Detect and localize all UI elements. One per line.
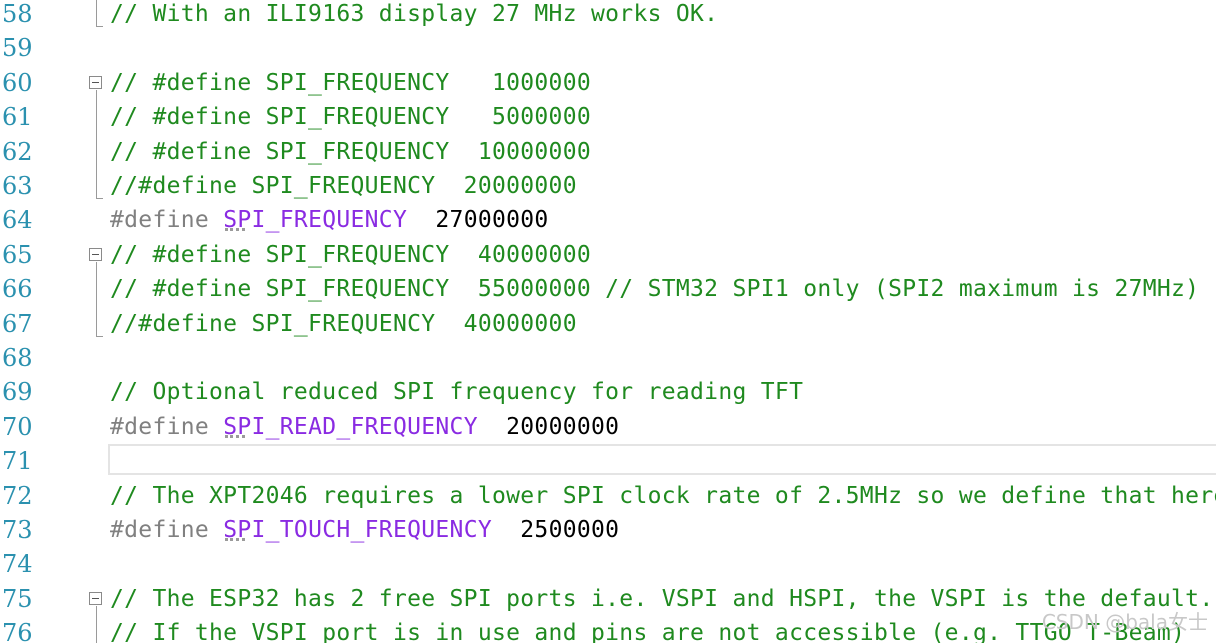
code-text[interactable]: // #define SPI_FREQUENCY 10000000	[110, 135, 591, 169]
code-text[interactable]: // With an ILI9163 display 27 MHz works …	[110, 0, 718, 31]
code-text[interactable]: // Optional reduced SPI frequency for re…	[110, 375, 803, 409]
line-number: 67	[2, 309, 33, 338]
fold-collapse-icon[interactable]	[88, 582, 108, 617]
line-number: 58	[2, 0, 33, 28]
line-number: 63	[2, 172, 33, 200]
line-number: 69	[2, 378, 33, 407]
line-number: 73	[2, 516, 33, 544]
macro-name: SPI_FREQUENCY	[223, 207, 408, 234]
code-line[interactable]: 75// The ESP32 has 2 free SPI ports i.e.…	[0, 582, 1216, 617]
code-text[interactable]: #define SPI_TOUCH_FREQUENCY 2500000	[110, 513, 619, 547]
code-line[interactable]: 65 // #define SPI_FREQUENCY 40000000	[0, 238, 1216, 273]
fold-end-guide	[88, 169, 108, 203]
code-line[interactable]: 64 #define SPI_FREQUENCY 27000000	[0, 203, 1216, 237]
comment-text: // #define SPI_FREQUENCY 5000000	[110, 104, 592, 131]
code-text[interactable]: // #define SPI_FREQUENCY 5000000	[110, 100, 591, 134]
line-number: 74	[2, 550, 33, 579]
fold-end-guide	[88, 0, 108, 31]
code-line[interactable]: 61 // #define SPI_FREQUENCY 5000000	[0, 100, 1216, 135]
code-line[interactable]: 74	[0, 547, 1216, 581]
code-line[interactable]: 72 // The XPT2046 requires a lower SPI cl…	[0, 479, 1216, 513]
numeric-literal: 20000000	[477, 413, 620, 440]
fold-guide	[88, 272, 108, 307]
code-line[interactable]: 58 // With an ILI9163 display 27 MHz work…	[0, 0, 1216, 31]
line-number: 61	[2, 103, 33, 132]
squiggle-indicator	[225, 534, 246, 541]
code-line[interactable]: 66 // #define SPI_FREQUENCY 55000000 // S…	[0, 272, 1216, 307]
line-number: 64	[2, 206, 33, 235]
fold-guide	[88, 134, 108, 169]
code-text[interactable]: #define SPI_READ_FREQUENCY 20000000	[110, 410, 619, 444]
macro-name: SPI_READ_FREQUENCY	[223, 413, 478, 440]
code-text[interactable]: //#define SPI_FREQUENCY 40000000	[110, 307, 577, 341]
code-editor[interactable]: 58 // With an ILI9163 display 27 MHz work…	[0, 0, 1216, 643]
comment-text: // With an ILI9163 display 27 MHz works …	[110, 1, 719, 27]
code-line[interactable]: 76 // If the VSPI port is in use and pins…	[0, 616, 1216, 643]
squiggle-indicator	[225, 224, 246, 232]
code-line[interactable]: 73 #define SPI_TOUCH_FREQUENCY 2500000	[0, 513, 1216, 547]
numeric-literal: 27000000	[407, 207, 549, 234]
code-line[interactable]: 67 //#define SPI_FREQUENCY 40000000	[0, 306, 1216, 341]
line-number: 70	[2, 412, 33, 441]
code-line[interactable]: 59	[0, 31, 1216, 65]
squiggle-indicator	[225, 431, 246, 438]
fold-end-guide	[88, 306, 108, 341]
macro-name: SPI_TOUCH_FREQUENCY	[223, 517, 492, 543]
line-number: 76	[2, 619, 33, 643]
fold-guide	[88, 100, 108, 135]
code-line[interactable]: 70 #define SPI_READ_FREQUENCY 20000000	[0, 410, 1216, 444]
comment-text: //#define SPI_FREQUENCY 40000000	[110, 310, 577, 337]
code-text[interactable]: //#define SPI_FREQUENCY 20000000	[110, 169, 577, 203]
code-line[interactable]: 63 //#define SPI_FREQUENCY 20000000	[0, 169, 1216, 203]
code-text[interactable]: // If the VSPI port is in use and pins a…	[110, 616, 1185, 643]
fold-guide	[88, 616, 108, 643]
code-text[interactable]: // #define SPI_FREQUENCY 40000000	[110, 238, 591, 272]
line-number: 71	[2, 447, 33, 476]
watermark: CSDN @bala女士	[1041, 610, 1208, 634]
line-number: 72	[2, 481, 33, 510]
comment-text: // #define SPI_FREQUENCY 55000000 // STM…	[110, 276, 1200, 303]
line-number: 75	[2, 584, 33, 613]
code-text[interactable]: // The XPT2046 requires a lower SPI cloc…	[110, 479, 1216, 513]
fold-collapse-icon[interactable]	[88, 66, 108, 101]
preprocessor-keyword: #define	[110, 413, 224, 440]
line-number: 66	[2, 275, 33, 304]
comment-text: // The XPT2046 requires a lower SPI cloc…	[110, 482, 1216, 509]
code-text[interactable]: #define SPI_FREQUENCY 27000000	[110, 203, 549, 237]
code-text[interactable]: // #define SPI_FREQUENCY 1000000	[110, 66, 591, 100]
line-number: 68	[2, 344, 33, 372]
comment-text: // #define SPI_FREQUENCY 40000000	[110, 241, 592, 268]
numeric-literal: 2500000	[491, 517, 620, 543]
comment-text: // Optional reduced SPI frequency for re…	[110, 379, 804, 406]
code-line[interactable]: 68	[0, 341, 1216, 375]
comment-text: // If the VSPI port is in use and pins a…	[110, 620, 1186, 643]
preprocessor-keyword: #define	[110, 207, 224, 234]
code-text[interactable]: // #define SPI_FREQUENCY 55000000 // STM…	[110, 272, 1199, 306]
code-line[interactable]: 60 // #define SPI_FREQUENCY 1000000	[0, 66, 1216, 101]
comment-text: // #define SPI_FREQUENCY 10000000	[110, 138, 592, 165]
preprocessor-keyword: #define	[110, 517, 224, 543]
fold-collapse-icon[interactable]	[88, 238, 108, 273]
comment-text: // #define SPI_FREQUENCY 1000000	[110, 69, 592, 96]
code-line[interactable]: 71	[0, 444, 1216, 478]
line-number: 62	[2, 137, 33, 166]
comment-text: //#define SPI_FREQUENCY 20000000	[110, 173, 577, 199]
line-number: 59	[2, 34, 33, 63]
line-number: 60	[2, 68, 33, 97]
code-line[interactable]: 62 // #define SPI_FREQUENCY 10000000	[0, 134, 1216, 169]
line-number: 65	[2, 240, 33, 269]
code-line[interactable]: 69 // Optional reduced SPI frequency for …	[0, 375, 1216, 409]
